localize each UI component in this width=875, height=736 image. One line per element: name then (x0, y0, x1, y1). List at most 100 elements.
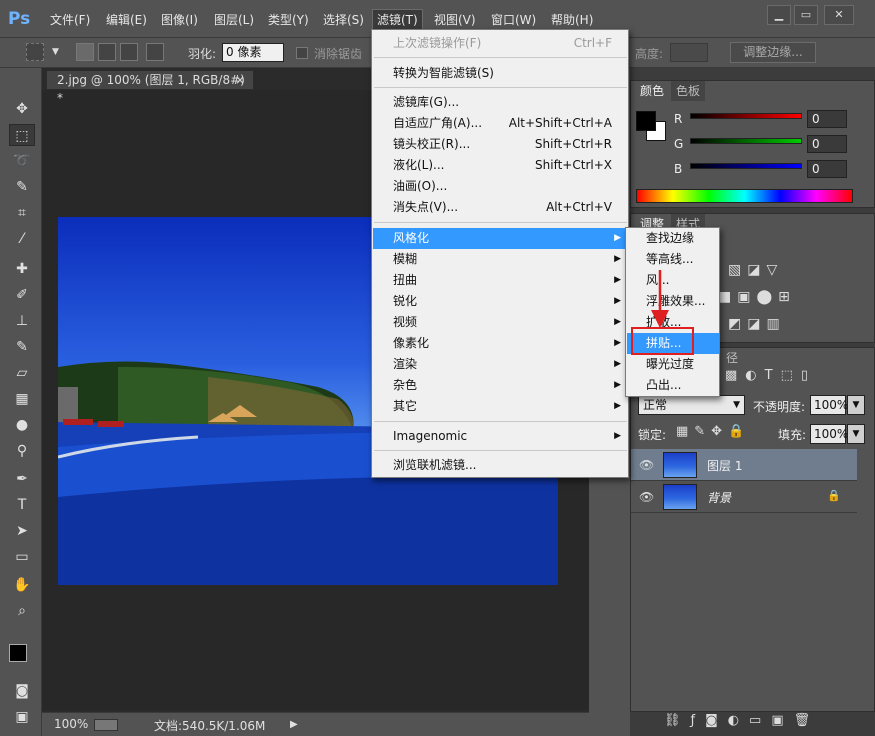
marquee-preset-icon[interactable] (26, 43, 44, 61)
chevron-down-icon[interactable]: ▼ (52, 47, 59, 57)
menu-item-liquify[interactable]: 液化(L)... Shift+Ctrl+X (373, 155, 628, 176)
layer-row-layer1[interactable]: 👁 图层 1 (631, 449, 857, 481)
color-spectrum-bar[interactable] (636, 189, 853, 203)
close-button[interactable]: ✕ (824, 5, 854, 25)
menu-item-other[interactable]: 其它 ▶ (373, 396, 628, 417)
clone-stamp-tool-icon[interactable]: ⊥ (9, 310, 35, 332)
eraser-tool-icon[interactable]: ▱ (9, 362, 35, 384)
maximize-button[interactable]: ▭ (794, 5, 818, 25)
new-selection-icon[interactable] (76, 43, 94, 61)
foreground-swatch[interactable] (636, 111, 656, 131)
menu-item-video[interactable]: 视频 ▶ (373, 312, 628, 333)
quick-mask-icon[interactable]: ◙ (9, 680, 35, 702)
refine-edge-button[interactable]: 调整边缘... (730, 42, 816, 63)
fill-dropdown-icon[interactable]: ▼ (847, 424, 865, 444)
status-menu-arrow-icon[interactable]: ▶ (290, 719, 298, 730)
red-value[interactable]: 0 (807, 110, 847, 128)
adjustment-icons-row-2[interactable]: ■▣⬤⊞ (718, 289, 796, 305)
blue-slider[interactable] (690, 163, 802, 169)
healing-brush-tool-icon[interactable]: ✚ (9, 258, 35, 280)
intersect-selection-icon[interactable] (146, 43, 164, 61)
eyedropper-tool-icon[interactable]: ⁄ (9, 228, 35, 250)
fill-input[interactable]: 100% (810, 424, 848, 444)
crop-tool-icon[interactable]: ⌗ (9, 202, 35, 224)
rectangle-tool-icon[interactable]: ▭ (9, 546, 35, 568)
menu-item-render[interactable]: 渲染 ▶ (373, 354, 628, 375)
marquee-tool-icon[interactable]: ⬚ (9, 124, 35, 146)
minimize-button[interactable]: ▁ (767, 5, 791, 25)
hand-tool-icon[interactable]: ✋ (9, 574, 35, 596)
menu-item-distort[interactable]: 扭曲 ▶ (373, 270, 628, 291)
menu-layer[interactable]: 图层(L) (214, 10, 254, 30)
menu-item-sharpen[interactable]: 锐化 ▶ (373, 291, 628, 312)
path-select-tool-icon[interactable]: ➤ (9, 520, 35, 542)
menu-item-adaptive-wide-angle[interactable]: 自适应广角(A)... Alt+Shift+Ctrl+A (373, 113, 628, 134)
menu-item-pixelate[interactable]: 像素化 ▶ (373, 333, 628, 354)
menu-item-imagenomic[interactable]: Imagenomic ▶ (373, 426, 628, 447)
menu-edit[interactable]: 编辑(E) (106, 10, 147, 30)
tab-swatches[interactable]: 色板 (671, 81, 706, 101)
feather-input[interactable]: 0 像素 (222, 43, 284, 62)
zoom-level[interactable]: 100% (54, 717, 88, 731)
menu-item-noise[interactable]: 杂色 ▶ (373, 375, 628, 396)
menu-item-stylize[interactable]: 风格化 ▶ (373, 228, 628, 249)
submenu-item-extrude[interactable]: 凸出... (627, 375, 719, 396)
screen-mode-icon[interactable]: ▣ (9, 706, 35, 728)
layer-filter-icons[interactable]: ▩◐T⬚▯ (725, 368, 816, 383)
move-tool-icon[interactable]: ✥ (9, 98, 35, 120)
opacity-dropdown-icon[interactable]: ▼ (847, 395, 865, 415)
dodge-tool-icon[interactable]: ⚲ (9, 440, 35, 462)
close-tab-icon[interactable]: × (235, 71, 245, 89)
document-tab[interactable]: 2.jpg @ 100% (图层 1, RGB/8#) * × (46, 70, 254, 105)
menu-select[interactable]: 选择(S) (323, 10, 364, 30)
visibility-eye-icon[interactable]: 👁 (639, 490, 654, 504)
opacity-input[interactable]: 100% (810, 395, 848, 415)
pen-tool-icon[interactable]: ✒ (9, 468, 35, 490)
menu-window[interactable]: 窗口(W) (491, 10, 536, 30)
menu-item-filter-gallery[interactable]: 滤镜库(G)... (373, 92, 628, 113)
green-value[interactable]: 0 (807, 135, 847, 153)
blur-tool-icon[interactable]: ● (9, 414, 35, 436)
subtract-selection-icon[interactable] (120, 43, 138, 61)
tab-color[interactable]: 颜色 (635, 81, 670, 101)
lock-icons[interactable]: ▦✎✥🔒 (676, 424, 750, 439)
annotation-arrow-icon (651, 270, 669, 328)
tab-paths[interactable]: 径 (721, 348, 744, 368)
submenu-item-contour[interactable]: 等高线... (627, 249, 719, 270)
height-input[interactable] (670, 43, 708, 62)
menu-item-browse-filters[interactable]: 浏览联机滤镜... (373, 455, 628, 476)
type-tool-icon[interactable]: T (9, 494, 35, 516)
history-brush-tool-icon[interactable]: ✎ (9, 336, 35, 358)
gradient-tool-icon[interactable]: ▦ (9, 388, 35, 410)
layer-row-background[interactable]: 👁 背景 🔒 (631, 481, 857, 513)
menu-view[interactable]: 视图(V) (434, 10, 476, 30)
adjustment-icons-row-3[interactable]: ◩◪▥ (728, 316, 786, 332)
menu-file[interactable]: 文件(F) (50, 10, 90, 30)
menu-item-convert-smart-filter[interactable]: 转换为智能滤镜(S) (373, 63, 628, 84)
menu-type[interactable]: 类型(Y) (268, 10, 309, 30)
brush-tool-icon[interactable]: ✐ (9, 284, 35, 306)
menu-help[interactable]: 帮助(H) (551, 10, 593, 30)
adjustment-icons-row-1[interactable]: ▧◪▽ (728, 262, 783, 278)
red-slider[interactable] (690, 113, 802, 119)
menu-filter[interactable]: 滤镜(T) (372, 9, 423, 31)
submenu-item-find-edges[interactable]: 查找边缘 (627, 228, 719, 249)
menu-item-blur[interactable]: 模糊 ▶ (373, 249, 628, 270)
foreground-color-swatch[interactable] (9, 644, 27, 662)
fill-label: 填充: (778, 428, 807, 442)
layers-bottom-icons[interactable]: ⛓ƒ◙◐▭▣🗑 (664, 713, 820, 728)
submenu-item-solarize[interactable]: 曝光过度 (627, 354, 719, 375)
zoom-tool-icon[interactable]: ⌕ (9, 600, 35, 622)
lasso-tool-icon[interactable]: ➰ (9, 150, 35, 172)
blue-value[interactable]: 0 (807, 160, 847, 178)
visibility-eye-icon[interactable]: 👁 (639, 458, 654, 472)
menu-item-oil-paint[interactable]: 油画(O)... (373, 176, 628, 197)
blend-mode-select[interactable]: 正常 ▼ (638, 395, 745, 415)
green-slider[interactable] (690, 138, 802, 144)
menu-image[interactable]: 图像(I) (161, 10, 198, 30)
antialias-checkbox[interactable] (296, 47, 308, 59)
menu-item-lens-correction[interactable]: 镜头校正(R)... Shift+Ctrl+R (373, 134, 628, 155)
menu-item-vanishing-point[interactable]: 消失点(V)... Alt+Ctrl+V (373, 197, 628, 218)
quick-select-tool-icon[interactable]: ✎ (9, 176, 35, 198)
add-selection-icon[interactable] (98, 43, 116, 61)
